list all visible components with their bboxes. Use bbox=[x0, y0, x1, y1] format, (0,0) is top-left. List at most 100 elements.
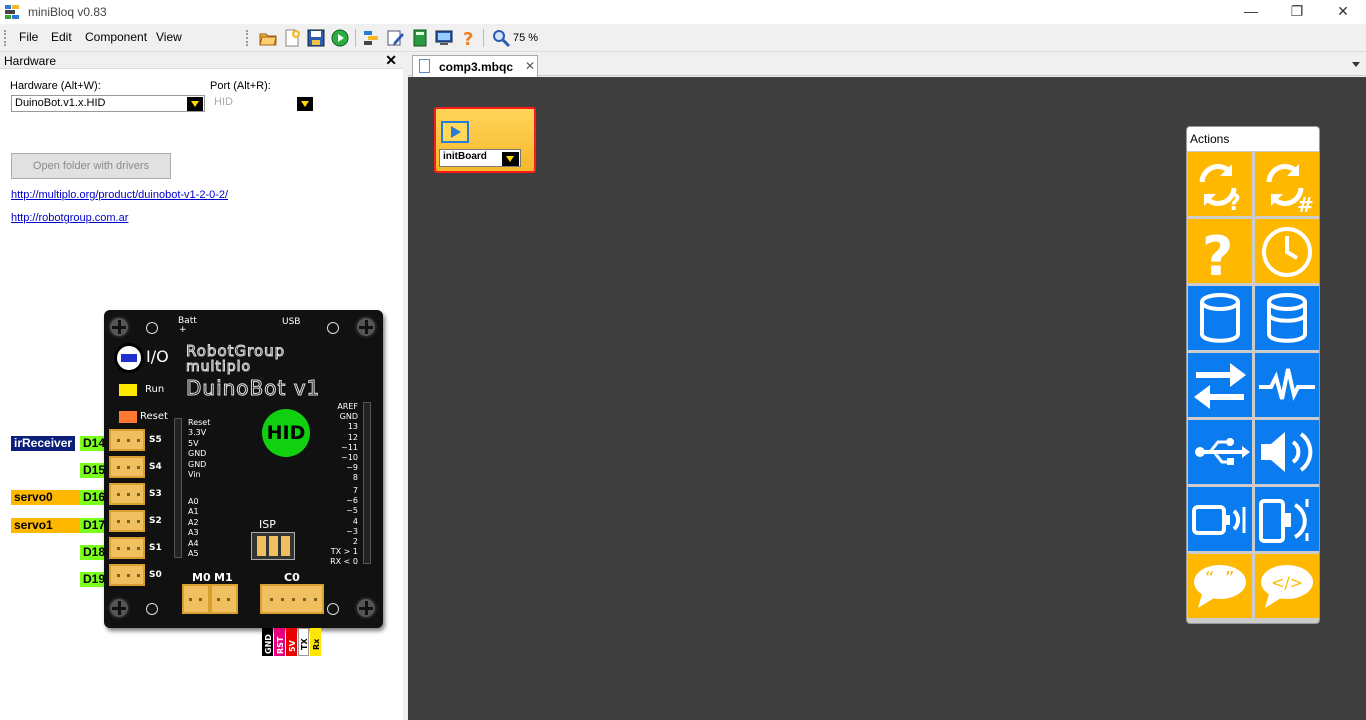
code-icon[interactable]: </> bbox=[1255, 554, 1319, 618]
file-icon bbox=[419, 59, 430, 73]
batt-plus-label: + bbox=[179, 325, 187, 335]
sensor-label: S4 bbox=[149, 462, 162, 472]
isp-header bbox=[251, 532, 295, 560]
m1-label: M1 bbox=[214, 571, 233, 584]
servo-icon[interactable] bbox=[1255, 487, 1319, 551]
port-select[interactable]: HID bbox=[211, 95, 311, 112]
variable-set-icon[interactable] bbox=[1255, 286, 1319, 350]
sensor-connector-s0[interactable] bbox=[109, 564, 145, 586]
run-led bbox=[119, 384, 137, 396]
robotgroup-link[interactable]: http://robotgroup.com.ar bbox=[11, 212, 128, 224]
window-title: miniBloq v0.83 bbox=[28, 5, 107, 19]
zoom-level[interactable]: 75 % bbox=[513, 32, 538, 44]
chevron-down-icon[interactable] bbox=[297, 97, 313, 111]
port-variable-label[interactable]: irReceiver bbox=[11, 436, 76, 451]
svg-text:#: # bbox=[1297, 193, 1314, 216]
sensor-connector-s4[interactable] bbox=[109, 456, 145, 478]
sensor-label: S2 bbox=[149, 516, 162, 526]
signal-icon[interactable] bbox=[1255, 353, 1319, 417]
c0-pin-5v: 5V bbox=[288, 639, 297, 652]
mount-hole bbox=[146, 603, 158, 615]
sensor-connector-s5[interactable] bbox=[109, 429, 145, 451]
save-icon[interactable] bbox=[306, 28, 326, 48]
components-icon[interactable] bbox=[362, 28, 382, 48]
port-variable-label[interactable]: servo1 bbox=[11, 518, 81, 533]
hid-badge: HID bbox=[262, 409, 310, 457]
motor-connector-m0[interactable] bbox=[182, 584, 210, 614]
port-variable-label[interactable]: servo0 bbox=[11, 490, 81, 505]
hardware-select[interactable]: DuinoBot.v1.x.HID bbox=[11, 95, 205, 112]
c0-pin-rx: Rx bbox=[312, 638, 321, 650]
comment-icon[interactable]: “” bbox=[1188, 554, 1252, 618]
tab-comp3[interactable]: comp3.mbqc ✕ bbox=[412, 55, 538, 77]
menu-view[interactable]: View bbox=[156, 30, 182, 44]
comm-connector-c0[interactable] bbox=[260, 584, 324, 614]
digital-pins-bottom-label: 7 ~6 ~5 4 ~3 2 TX > 1 RX < 0 bbox=[330, 486, 358, 567]
c0-pin-legend: GND RST 5V TX Rx bbox=[262, 628, 322, 656]
sensor-label: S5 bbox=[149, 435, 162, 445]
menu-edit[interactable]: Edit bbox=[51, 30, 72, 44]
close-icon[interactable]: ✕ bbox=[525, 59, 535, 73]
zoom-icon[interactable] bbox=[491, 28, 511, 48]
svg-text:</>: </> bbox=[1271, 573, 1303, 592]
m0-label: M0 bbox=[192, 571, 211, 584]
brand-robotgroup: RobotGroup bbox=[185, 342, 286, 361]
menu-bar: File Edit Component View bbox=[0, 24, 192, 50]
svg-text:?: ? bbox=[463, 29, 473, 48]
sensor-connector-s2[interactable] bbox=[109, 510, 145, 532]
mount-hole bbox=[327, 322, 339, 334]
reset-button[interactable] bbox=[119, 411, 137, 423]
title-bar: miniBloq v0.83 — ❐ ✕ bbox=[0, 0, 1366, 24]
usb-icon[interactable] bbox=[1188, 420, 1252, 484]
sensor-label: S3 bbox=[149, 489, 162, 499]
new-file-icon[interactable] bbox=[282, 28, 302, 48]
motor-connector-m1[interactable] bbox=[210, 584, 238, 614]
c0-label: C0 bbox=[284, 571, 300, 584]
open-folder-drivers-button[interactable]: Open folder with drivers bbox=[11, 153, 171, 179]
menu-grip[interactable] bbox=[4, 30, 6, 46]
minimize-button[interactable]: — bbox=[1228, 0, 1274, 24]
svg-text:?: ? bbox=[1202, 225, 1233, 283]
brand-duinobot: DuinoBot v1 bbox=[185, 376, 321, 401]
open-folder-icon[interactable] bbox=[258, 28, 278, 48]
port-select-value: HID bbox=[214, 96, 233, 108]
variable-icon[interactable] bbox=[1188, 286, 1252, 350]
maximize-button[interactable]: ❐ bbox=[1274, 0, 1320, 24]
chevron-down-icon[interactable] bbox=[187, 97, 203, 111]
hardware-panel-header: Hardware ✕ bbox=[0, 52, 403, 69]
power-switch[interactable] bbox=[114, 343, 144, 373]
menu-component[interactable]: Component bbox=[85, 30, 147, 44]
delay-icon[interactable] bbox=[1255, 219, 1319, 283]
speaker-icon[interactable] bbox=[1255, 420, 1319, 484]
init-board-block[interactable]: initBoard bbox=[434, 107, 536, 173]
edit-icon[interactable] bbox=[386, 28, 406, 48]
help-icon[interactable]: ? bbox=[458, 28, 478, 48]
book-icon[interactable] bbox=[410, 28, 430, 48]
init-board-select-value: initBoard bbox=[443, 151, 487, 162]
sensor-label: S0 bbox=[149, 570, 162, 580]
port-label: Port (Alt+R): bbox=[210, 80, 271, 92]
hardware-panel-close-button[interactable]: ✕ bbox=[385, 52, 397, 69]
sensor-connector-s3[interactable] bbox=[109, 483, 145, 505]
chevron-down-icon[interactable] bbox=[502, 152, 519, 166]
run-icon[interactable] bbox=[330, 28, 350, 48]
while-icon[interactable]: ? bbox=[1188, 152, 1252, 216]
toolbar-grip[interactable] bbox=[246, 30, 248, 46]
repeat-icon[interactable]: # bbox=[1255, 152, 1319, 216]
multiplo-link[interactable]: http://multiplo.org/product/duinobot-v1-… bbox=[11, 189, 228, 201]
io-icon[interactable] bbox=[1188, 353, 1252, 417]
hardware-panel-title: Hardware bbox=[4, 54, 57, 68]
serial-monitor-icon[interactable] bbox=[434, 28, 454, 48]
close-button[interactable]: ✕ bbox=[1320, 0, 1366, 24]
mount-hole bbox=[146, 322, 158, 334]
if-icon[interactable]: ? bbox=[1188, 219, 1252, 283]
svg-text:”: ” bbox=[1225, 568, 1234, 589]
screw-icon bbox=[108, 316, 130, 338]
c0-pin-tx: TX bbox=[300, 638, 309, 650]
screw-icon bbox=[355, 316, 377, 338]
menu-file[interactable]: File bbox=[19, 30, 38, 44]
motor-icon[interactable] bbox=[1188, 487, 1252, 551]
sensor-connector-s1[interactable] bbox=[109, 537, 145, 559]
actions-palette: Actions ? # ? “” </> bbox=[1186, 126, 1320, 624]
chevron-down-icon[interactable] bbox=[1352, 62, 1360, 67]
